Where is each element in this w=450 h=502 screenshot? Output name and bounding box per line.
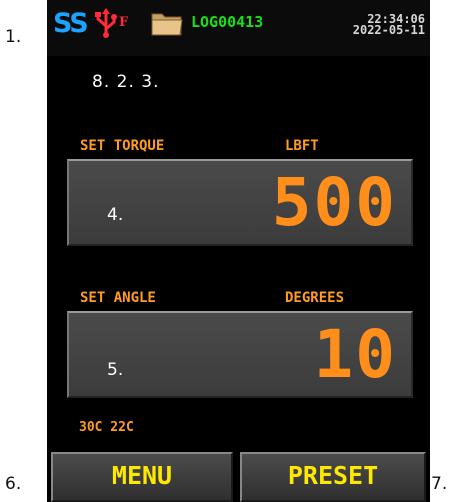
temperature-readout: 30C 22C [79, 420, 134, 435]
ss-logo-icon: SS [53, 8, 89, 39]
log-file-name: LOG00413 [191, 13, 264, 31]
torque-value-field[interactable]: 4. 500 [67, 159, 413, 246]
callout-8-2-3: 8. 2. 3. [92, 72, 160, 92]
callout-7: 7. [431, 474, 448, 494]
preset-button[interactable]: PRESET [240, 452, 426, 502]
folder-icon[interactable] [151, 9, 183, 37]
device-screen: SS F LOG00413 22:34:06 2022-05-11 8. 2. … [47, 0, 430, 502]
torque-label: SET TORQUE [80, 138, 165, 154]
status-bar: SS F LOG00413 22:34:06 2022-05-11 [47, 0, 430, 56]
torque-unit: LBFT [285, 138, 319, 154]
usb-icon [95, 8, 117, 38]
angle-label: SET ANGLE [80, 290, 156, 306]
angle-unit: DEGREES [285, 290, 345, 306]
callout-5: 5. [107, 360, 124, 380]
clock-date: 2022-05-11 [352, 23, 425, 37]
angle-value-field[interactable]: 5. 10 [67, 311, 413, 398]
callout-1: 1. [5, 27, 22, 47]
angle-value: 10 [313, 316, 397, 393]
usb-status-flag: F [119, 15, 129, 30]
clock: 22:34:06 2022-05-11 [343, 13, 425, 37]
menu-button[interactable]: MENU [51, 452, 233, 502]
callout-4: 4. [107, 205, 124, 225]
callout-6: 6. [5, 474, 22, 494]
torque-value: 500 [271, 164, 397, 241]
